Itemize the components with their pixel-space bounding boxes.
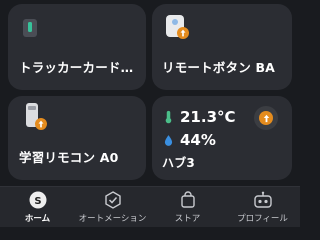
nav-store[interactable]: ストア <box>150 191 225 224</box>
update-badge-icon <box>177 27 189 39</box>
home-icon: S <box>29 191 46 209</box>
automation-icon <box>104 191 121 209</box>
store-icon <box>180 191 195 208</box>
remote-button-icon <box>164 14 192 42</box>
nav-label: オートメーション <box>78 214 147 224</box>
learning-remote-icon <box>21 102 51 132</box>
nav-label: ホーム <box>24 214 51 224</box>
nav-home[interactable]: S ホーム <box>0 191 75 224</box>
svg-text:S: S <box>34 196 41 207</box>
profile-icon <box>253 191 272 208</box>
nav-label: ストア <box>174 214 201 224</box>
nav-profile[interactable]: プロフィール <box>225 191 300 224</box>
temperature-value: 21.3°C <box>180 108 236 126</box>
card-title: 学習リモコン A0 <box>19 150 119 165</box>
update-button[interactable] <box>254 106 278 130</box>
learning-remote-card[interactable]: 学習リモコン A0 <box>8 96 146 180</box>
humidity-drop-icon <box>164 134 173 146</box>
update-badge-icon <box>35 118 47 130</box>
card-title: リモートボタン BA <box>162 60 276 75</box>
tracker-card[interactable]: トラッカーカード… <box>8 4 146 90</box>
card-title: ハブ3 <box>162 156 195 170</box>
tracker-icon <box>23 19 37 37</box>
hub-card[interactable]: 21.3°C 44% ハブ3 <box>152 96 292 180</box>
remote-button-card[interactable]: リモートボタン BA <box>152 4 292 90</box>
nav-label: プロフィール <box>237 214 288 224</box>
update-badge-icon <box>259 111 273 125</box>
nav-automation[interactable]: オートメーション <box>75 191 150 224</box>
temperature-row: 21.3°C <box>164 108 236 126</box>
card-title: トラッカーカード… <box>19 60 134 75</box>
bottom-nav: S ホーム オートメーション ストア プロフィール <box>0 186 300 227</box>
humidity-row: 44% <box>164 131 216 149</box>
humidity-value: 44% <box>180 131 216 149</box>
thermometer-icon <box>165 110 172 124</box>
